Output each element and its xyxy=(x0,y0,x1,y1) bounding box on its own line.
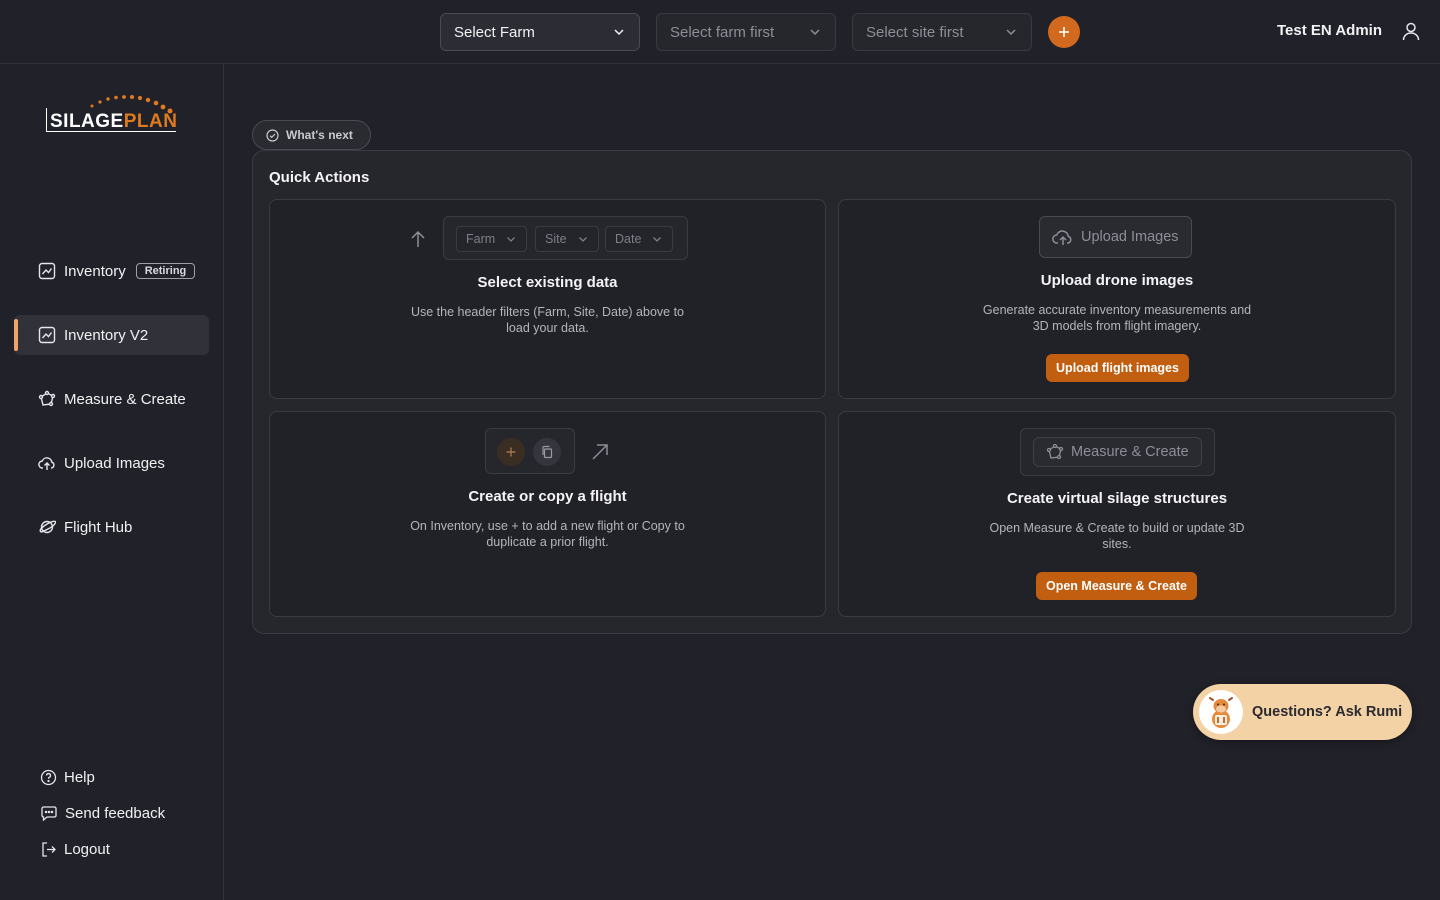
planet-icon xyxy=(39,520,56,534)
sidebar-item-label: Upload Images xyxy=(64,454,165,472)
quick-actions-panel: Quick Actions Farm Site Date Select exis… xyxy=(252,150,1412,634)
cloud-upload-icon xyxy=(1052,230,1072,245)
check-circle-icon xyxy=(266,128,279,142)
sidebar: SILAGEPLAN Inventory Retiring Inventory … xyxy=(0,64,224,900)
date-select[interactable]: Select site first xyxy=(852,13,1032,51)
create-flight-card: Create or copy a flight On Inventory, us… xyxy=(269,411,826,617)
arrow-up-right-icon xyxy=(592,444,608,460)
upload-flight-images-button[interactable]: Upload flight images xyxy=(1046,354,1189,382)
date-filter-preview: Date xyxy=(605,226,674,252)
create-flight-title: Create or copy a flight xyxy=(468,488,627,505)
top-header: Select Farm Select farm first Select sit… xyxy=(0,0,1440,64)
site-select-placeholder: Select farm first xyxy=(670,23,775,41)
ask-rumi-label: Questions? Ask Rumi xyxy=(1252,704,1403,720)
measure-create-card: Measure & Create Create virtual silage s… xyxy=(838,411,1396,617)
upload-images-card: Upload Images Upload drone images Genera… xyxy=(838,199,1396,399)
filters-preview: Farm Site Date xyxy=(443,216,688,260)
ask-rumi-button[interactable]: Questions? Ask Rumi xyxy=(1193,684,1412,740)
sidebar-item-measure-create[interactable]: Measure & Create xyxy=(14,379,209,419)
polygon-icon xyxy=(38,390,56,407)
measure-create-title: Create virtual silage structures xyxy=(1006,490,1228,507)
cow-mascot-icon xyxy=(1209,697,1233,728)
plus-icon xyxy=(1059,27,1069,37)
chevron-down-icon xyxy=(653,237,662,242)
quick-actions-title: Quick Actions xyxy=(269,169,370,186)
logo-wordmark: SILAGEPLAN xyxy=(50,111,178,132)
plus-circle-preview xyxy=(497,438,525,466)
retiring-badge: Retiring xyxy=(135,263,196,279)
farm-select[interactable]: Select Farm xyxy=(440,13,640,51)
user-name[interactable]: Test EN Admin xyxy=(1277,22,1382,39)
logout-icon xyxy=(42,842,56,857)
whats-next-tab[interactable]: What's next xyxy=(252,120,371,150)
measure-create-description: Open Measure & Create to build or update… xyxy=(989,521,1245,551)
help-icon xyxy=(40,769,57,786)
open-measure-create-button[interactable]: Open Measure & Create xyxy=(1036,572,1197,600)
arrow-up-icon xyxy=(411,230,425,247)
select-data-card: Farm Site Date Select existing data Use … xyxy=(269,199,826,399)
chevron-down-icon xyxy=(1004,25,1018,39)
silageplan-logo[interactable]: SILAGEPLAN xyxy=(46,94,178,134)
sidebar-item-inventory-v2[interactable]: Inventory V2 xyxy=(14,315,209,355)
sidebar-item-upload-images[interactable]: Upload Images xyxy=(14,443,209,483)
chevron-down-icon xyxy=(808,25,822,39)
chart-icon xyxy=(38,326,56,344)
help-link[interactable]: Help xyxy=(40,769,95,786)
site-filter-preview: Site xyxy=(535,226,599,252)
upload-images-description: Generate accurate inventory measurements… xyxy=(982,303,1252,333)
logout-label: Logout xyxy=(64,841,110,858)
plus-icon xyxy=(506,447,516,457)
create-flight-description: On Inventory, use + to add a new flight … xyxy=(410,519,685,549)
logout-link[interactable]: Logout xyxy=(40,841,110,858)
polygon-icon xyxy=(1046,443,1064,460)
chevron-down-icon xyxy=(578,237,587,242)
flight-actions-preview xyxy=(485,428,575,474)
copy-icon xyxy=(542,445,553,459)
rumi-avatar xyxy=(1199,690,1243,734)
date-select-placeholder: Select site first xyxy=(866,23,964,41)
user-icon[interactable] xyxy=(1400,20,1422,42)
help-label: Help xyxy=(64,769,95,786)
sidebar-item-label: Inventory xyxy=(64,262,126,280)
sidebar-item-label: Measure & Create xyxy=(64,390,186,408)
farm-select-value: Select Farm xyxy=(454,23,535,41)
sidebar-item-label: Flight Hub xyxy=(64,518,133,536)
chart-icon xyxy=(38,262,56,280)
measure-create-ghost-button: Measure & Create xyxy=(1033,437,1202,467)
sidebar-item-label: Inventory V2 xyxy=(64,326,149,344)
sidebar-item-flight-hub[interactable]: Flight Hub xyxy=(14,507,209,547)
upload-images-ghost-button: Upload Images xyxy=(1039,216,1192,258)
farm-filter-preview: Farm xyxy=(456,226,528,252)
chevron-down-icon xyxy=(507,237,516,242)
site-select[interactable]: Select farm first xyxy=(656,13,836,51)
copy-circle-preview xyxy=(533,438,561,466)
chat-bubble-icon xyxy=(41,806,57,822)
add-flight-button[interactable] xyxy=(1048,16,1080,48)
whats-next-label: What's next xyxy=(286,128,353,142)
send-feedback-label: Send feedback xyxy=(65,805,166,822)
cloud-upload-icon xyxy=(38,457,55,470)
send-feedback-link[interactable]: Send feedback xyxy=(40,805,165,822)
select-data-description: Use the header filters (Farm, Site, Date… xyxy=(410,305,685,335)
select-data-title: Select existing data xyxy=(477,274,618,291)
chevron-down-icon xyxy=(612,25,626,39)
upload-images-title: Upload drone images xyxy=(1040,272,1194,289)
measure-create-preview: Measure & Create xyxy=(1020,428,1215,476)
sidebar-item-inventory[interactable]: Inventory Retiring xyxy=(14,251,209,291)
